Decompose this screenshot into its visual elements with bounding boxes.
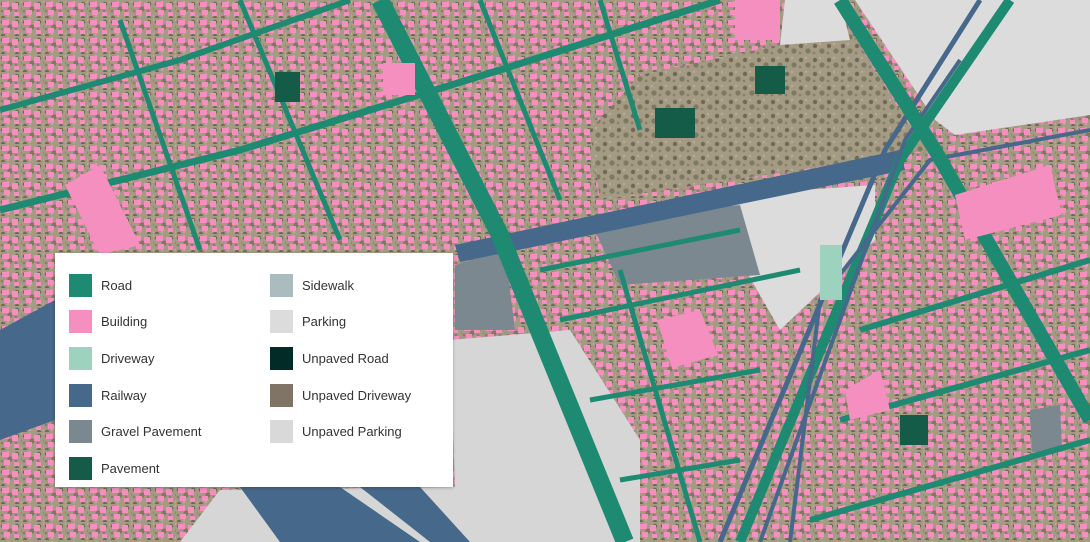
- legend-label: Building: [101, 314, 148, 330]
- swatch-gravel-pavement: [69, 420, 92, 444]
- legend-item-railway: Railway: [69, 377, 201, 414]
- legend-item-parking: Parking: [270, 304, 411, 341]
- legend-label: Parking: [302, 314, 347, 330]
- legend-label: Sidewalk: [302, 277, 355, 293]
- legend-item-gravel-pavement: Gravel Pavement: [69, 413, 201, 450]
- pavement-block-4: [275, 72, 300, 102]
- legend-item-unpaved-road: Unpaved Road: [270, 340, 411, 377]
- swatch-sidewalk: [270, 273, 293, 297]
- legend-item-unpaved-parking: Unpaved Parking: [270, 413, 411, 450]
- map-legend: Road Building Driveway Railway Gravel Pa…: [55, 253, 453, 487]
- legend-label: Pavement: [101, 460, 160, 476]
- swatch-railway: [69, 383, 92, 407]
- driveway-block: [820, 245, 842, 300]
- swatch-driveway: [69, 346, 92, 370]
- building-north: [383, 63, 415, 95]
- legend-label: Road: [101, 277, 133, 293]
- legend-column-right: Sidewalk Parking Unpaved Road Unpaved Dr…: [270, 267, 411, 450]
- pavement-block-3: [900, 415, 928, 445]
- legend-item-sidewalk: Sidewalk: [270, 267, 411, 304]
- pavement-block: [755, 66, 785, 94]
- swatch-unpaved-road: [270, 346, 293, 370]
- legend-item-pavement: Pavement: [69, 450, 201, 487]
- gravel-area-east: [1030, 405, 1062, 452]
- swatch-unpaved-driveway: [270, 383, 293, 407]
- legend-item-driveway: Driveway: [69, 340, 201, 377]
- swatch-unpaved-parking: [270, 420, 293, 444]
- legend-item-road: Road: [69, 267, 201, 304]
- swatch-road: [69, 273, 92, 297]
- legend-item-unpaved-driveway: Unpaved Driveway: [270, 377, 411, 414]
- legend-label: Unpaved Driveway: [302, 387, 412, 403]
- building-corner: [735, 0, 780, 40]
- swatch-parking: [270, 310, 293, 334]
- legend-label: Driveway: [101, 350, 155, 366]
- legend-label: Unpaved Parking: [302, 424, 402, 440]
- legend-label: Unpaved Road: [302, 350, 389, 366]
- legend-label: Railway: [101, 387, 147, 403]
- legend-item-building: Building: [69, 304, 201, 341]
- swatch-pavement: [69, 456, 92, 480]
- swatch-building: [69, 310, 92, 334]
- pavement-block-2: [655, 108, 695, 138]
- legend-label: Gravel Pavement: [101, 424, 202, 440]
- legend-column-left: Road Building Driveway Railway Gravel Pa…: [69, 267, 201, 487]
